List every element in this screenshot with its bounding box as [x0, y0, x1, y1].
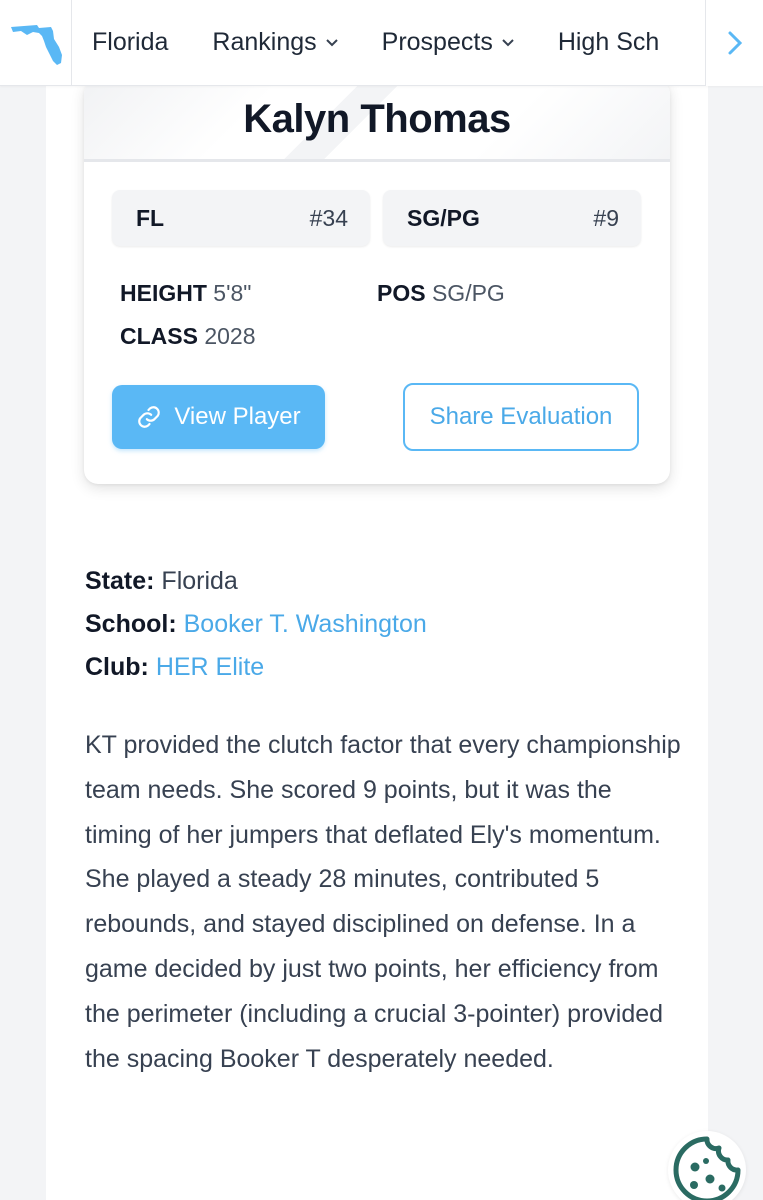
club-link[interactable]: HER Elite: [156, 653, 264, 681]
nav-high-school[interactable]: High Sch: [558, 28, 659, 57]
detail-school: School: Booker T. Washington: [85, 603, 427, 646]
player-card-header: Kalyn Thomas: [84, 80, 670, 162]
pos-label: POS: [377, 280, 426, 306]
nav-high-school-label: High Sch: [557, 28, 660, 56]
florida-logo[interactable]: [0, 0, 72, 86]
height-attribute: HEIGHT 5'8": [120, 280, 251, 307]
player-name: Kalyn Thomas: [243, 97, 511, 141]
state-rank-value: #34: [309, 204, 348, 231]
height-label: HEIGHT: [120, 280, 207, 306]
chevron-down-icon: [325, 35, 338, 50]
share-evaluation-button[interactable]: Share Evaluation: [403, 383, 639, 451]
nav-rankings-label: Rankings: [212, 28, 317, 56]
position-rank-badge: SG/PG #9: [383, 190, 641, 246]
player-card: Kalyn Thomas FL #34 SG/PG #9 HEIGHT 5'8"…: [84, 80, 670, 484]
nav-prospects[interactable]: Prospects: [382, 28, 514, 57]
detail-school-label: School:: [85, 610, 177, 638]
view-player-label: View Player: [174, 403, 301, 430]
class-value: 2028: [204, 323, 256, 349]
chevron-right-icon: [728, 31, 742, 54]
school-link[interactable]: Booker T. Washington: [184, 610, 427, 638]
top-nav: Florida Rankings Prospects High Sch: [0, 0, 763, 86]
content-column: Kalyn Thomas FL #34 SG/PG #9 HEIGHT 5'8"…: [46, 80, 708, 1200]
view-player-button[interactable]: View Player: [112, 385, 325, 449]
position-attribute: POS SG/PG: [377, 280, 505, 307]
detail-state-value: Florida: [161, 567, 238, 595]
nav-scroll: Florida Rankings Prospects High Sch: [72, 0, 705, 86]
florida-map-icon: [10, 24, 62, 65]
class-attribute: CLASS 2028: [120, 323, 256, 350]
chevron-down-icon: [502, 35, 514, 50]
cookie-icon: [673, 1136, 741, 1200]
state-rank-label: FL: [136, 204, 165, 231]
nav-prospects-label: Prospects: [381, 28, 493, 56]
state-rank-badge: FL #34: [112, 190, 370, 246]
page-gutter-right: [708, 86, 763, 1200]
detail-state-label: State:: [85, 567, 155, 595]
position-rank-value: #9: [593, 204, 619, 231]
link-icon: [136, 404, 162, 430]
class-label: CLASS: [120, 323, 198, 349]
share-evaluation-label: Share Evaluation: [429, 403, 613, 430]
detail-state: State: Florida: [85, 560, 427, 603]
detail-club-label: Club:: [85, 653, 149, 681]
nav-rankings[interactable]: Rankings: [212, 28, 338, 57]
cookie-settings-button[interactable]: [668, 1131, 746, 1200]
nav-florida[interactable]: Florida: [92, 28, 168, 57]
nav-florida-label: Florida: [92, 28, 169, 56]
page-gutter-left: [0, 86, 46, 1200]
detail-club: Club: HER Elite: [85, 646, 427, 689]
evaluation-text: KT provided the clutch factor that every…: [85, 731, 681, 1073]
player-details: State: Florida School: Booker T. Washing…: [85, 560, 427, 689]
nav-scroll-right-button[interactable]: [705, 0, 763, 86]
height-value: 5'8": [213, 280, 252, 306]
position-rank-label: SG/PG: [407, 204, 480, 231]
pos-value: SG/PG: [431, 280, 505, 306]
